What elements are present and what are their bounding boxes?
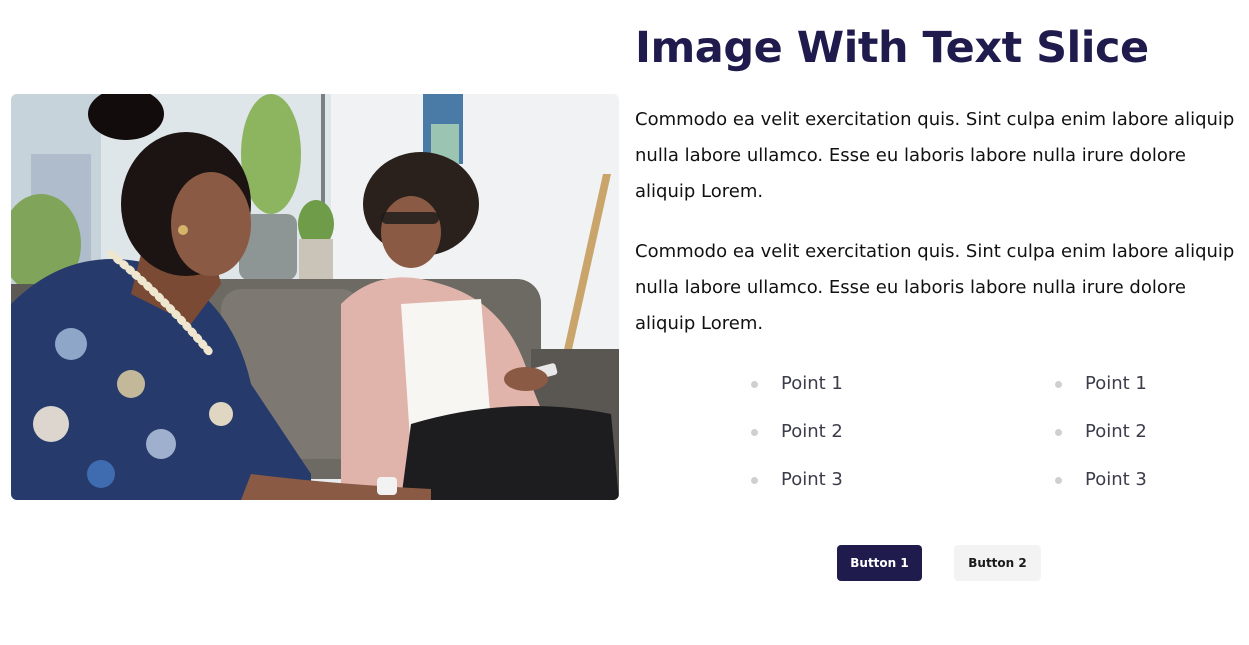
list-item: Point 1 bbox=[751, 366, 843, 414]
list-item-label: Point 3 bbox=[781, 469, 843, 490]
bullet-icon bbox=[1055, 477, 1062, 484]
bullet-icon bbox=[751, 477, 758, 484]
secondary-button[interactable]: Button 2 bbox=[954, 545, 1041, 581]
bullet-icon bbox=[751, 381, 758, 388]
list-item-label: Point 2 bbox=[1085, 421, 1147, 442]
list-item-label: Point 2 bbox=[781, 421, 843, 442]
slice-title: Image With Text Slice bbox=[635, 23, 1149, 73]
list-item-label: Point 1 bbox=[1085, 373, 1147, 394]
office-conversation-photo bbox=[11, 94, 619, 500]
bullet-icon bbox=[751, 429, 758, 436]
bullet-icon bbox=[1055, 381, 1062, 388]
list-item: Point 3 bbox=[751, 462, 843, 510]
list-item: Point 2 bbox=[1055, 414, 1147, 462]
primary-button[interactable]: Button 1 bbox=[837, 545, 922, 581]
list-item-label: Point 3 bbox=[1085, 469, 1147, 490]
bullet-icon bbox=[1055, 429, 1062, 436]
list-item: Point 3 bbox=[1055, 462, 1147, 510]
slice-paragraph-1: Commodo ea velit exercitation quis. Sint… bbox=[635, 109, 1235, 202]
list-item: Point 2 bbox=[751, 414, 843, 462]
points-list-left: Point 1 Point 2 Point 3 bbox=[751, 366, 843, 510]
points-list-right: Point 1 Point 2 Point 3 bbox=[1055, 366, 1147, 510]
slice-photo bbox=[11, 94, 619, 500]
list-item-label: Point 1 bbox=[781, 373, 843, 394]
list-item: Point 1 bbox=[1055, 366, 1147, 414]
slice-paragraph-2: Commodo ea velit exercitation quis. Sint… bbox=[635, 241, 1235, 334]
